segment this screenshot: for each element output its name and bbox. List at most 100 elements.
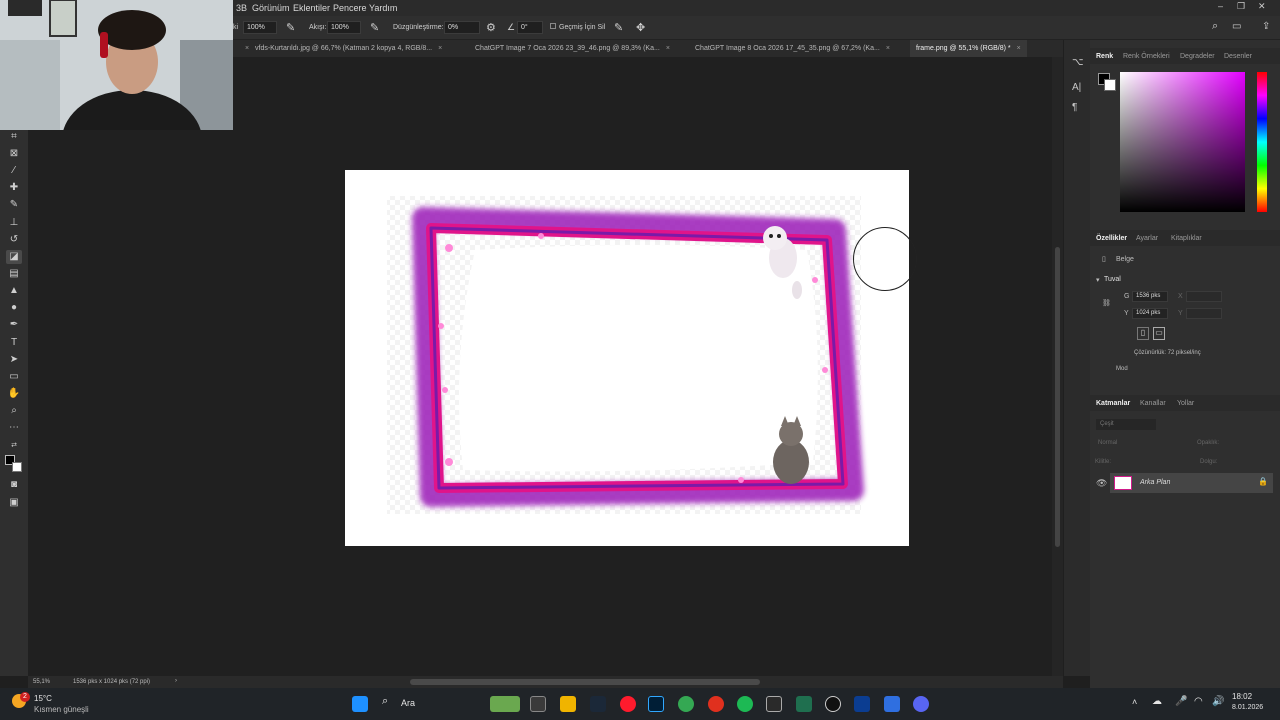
landscape-icon[interactable]: ▭ — [1153, 327, 1165, 340]
swap-colors-icon[interactable]: ⇄ — [6, 439, 22, 453]
opacity-field[interactable]: 100% — [243, 21, 277, 34]
app-dark-icon[interactable] — [825, 696, 841, 712]
symmetry-icon[interactable]: ✥ — [636, 21, 645, 34]
windows-start-icon[interactable] — [352, 696, 368, 712]
x-field[interactable] — [1186, 291, 1222, 302]
app-blue-icon[interactable] — [854, 696, 870, 712]
stamp-tool-icon[interactable]: ⊥ — [6, 216, 22, 230]
hand-tool-icon[interactable]: ✋ — [6, 387, 22, 401]
history-brush-icon[interactable]: ↺ — [6, 233, 22, 247]
link-icon[interactable]: ⛓ — [1102, 299, 1111, 307]
opera-icon[interactable] — [620, 696, 636, 712]
crop-tool-icon[interactable]: ⌗ — [6, 130, 22, 144]
portrait-icon[interactable]: ▯ — [1137, 327, 1149, 340]
app-green-icon[interactable] — [796, 696, 812, 712]
tab-close-icon[interactable]: × — [666, 45, 670, 52]
app-red-icon[interactable] — [708, 696, 724, 712]
task-view-icon[interactable] — [530, 696, 546, 712]
steam-icon[interactable] — [590, 696, 606, 712]
tab-color[interactable]: Renk — [1096, 53, 1113, 60]
more-tools-icon[interactable]: ⋯ — [6, 421, 22, 435]
zoom-tool-icon[interactable]: ⌕ — [6, 404, 22, 418]
color-picker-field[interactable] — [1120, 72, 1245, 212]
taskbar-search-label[interactable]: Ara — [401, 698, 415, 708]
paragraph-panel-icon[interactable]: ¶ — [1072, 102, 1077, 113]
horizontal-scrollbar[interactable] — [410, 679, 760, 685]
tab-paths[interactable]: Yollar — [1177, 400, 1194, 407]
menu-plugins[interactable]: Eklentiler — [293, 3, 330, 13]
document-tab[interactable]: ChatGPT Image 7 Oca 2026 23_39_46.png @ … — [469, 40, 676, 57]
tab-layers[interactable]: Katmanlar — [1096, 400, 1130, 407]
frame-tool-icon[interactable]: ⊠ — [6, 147, 22, 161]
spotify-icon[interactable] — [737, 696, 753, 712]
canvas[interactable] — [345, 170, 909, 546]
blur-tool-icon[interactable]: ▲ — [6, 284, 22, 298]
layer-name[interactable]: Arka Plan — [1140, 479, 1170, 486]
tab-patterns[interactable]: Desenler — [1224, 53, 1252, 60]
minimize-icon[interactable]: – — [1218, 1, 1223, 11]
airbrush-icon[interactable]: ✎ — [370, 21, 379, 34]
document-tab[interactable]: vfds-Kurtarıldı.jpg @ 66,7% (Katman 2 ko… — [249, 40, 448, 57]
tab-adjustments[interactable]: Ayarlar — [1136, 235, 1158, 242]
restore-icon[interactable]: ❐ — [1237, 1, 1245, 12]
healing-brush-icon[interactable]: ✚ — [6, 181, 22, 195]
pressure-size-icon[interactable]: ✎ — [614, 21, 623, 34]
gear-icon[interactable]: ⚙ — [486, 21, 496, 34]
menu-help[interactable]: Yardım — [369, 3, 397, 13]
height-field[interactable]: 1024 pks — [1132, 308, 1168, 319]
rectangle-tool-icon[interactable]: ▭ — [6, 370, 22, 384]
tab-close-icon[interactable]: × — [438, 45, 442, 52]
screen-mode-icon[interactable]: ▣ — [6, 496, 22, 510]
tab-channels[interactable]: Kanallar — [1140, 400, 1166, 407]
hue-slider[interactable] — [1257, 72, 1267, 212]
history-panel-icon[interactable]: ⌥ — [1072, 57, 1084, 68]
pen-tool-icon[interactable]: ✒ — [6, 318, 22, 332]
eyedropper-tool-icon[interactable]: ⁄ — [6, 164, 22, 178]
background-color-swatch[interactable] — [12, 462, 22, 472]
history-checkbox[interactable] — [550, 23, 556, 29]
wifi-icon[interactable]: ◠ — [1194, 696, 1203, 707]
background-swatch[interactable] — [1104, 79, 1116, 91]
blend-mode-select[interactable]: Normal — [1098, 440, 1117, 446]
dodge-tool-icon[interactable]: ● — [6, 301, 22, 315]
character-panel-icon[interactable]: A| — [1072, 82, 1081, 93]
workspace-icon[interactable]: ▭ — [1232, 21, 1241, 32]
tab-close-icon[interactable]: × — [886, 45, 890, 52]
tray-chevron-icon[interactable]: ˄ — [1132, 697, 1137, 707]
tab-close-icon[interactable]: × — [1017, 45, 1021, 52]
document-tab-active[interactable]: frame.png @ 55,1% (RGB/8) * × — [910, 40, 1027, 57]
menu-window[interactable]: Pencere — [333, 3, 367, 13]
tab-swatches[interactable]: Renk Örnekleri — [1123, 53, 1170, 60]
close-icon[interactable]: ✕ — [1258, 1, 1266, 12]
clock-time[interactable]: 18:02 — [1232, 692, 1252, 701]
microphone-icon[interactable]: 🎤 — [1175, 696, 1187, 707]
layer-filter-input[interactable]: Çeşit — [1096, 419, 1156, 430]
chrome-icon[interactable] — [678, 696, 694, 712]
zoom-level[interactable]: 55,1% — [33, 679, 50, 685]
file-explorer-icon[interactable] — [560, 696, 576, 712]
width-field[interactable]: 1536 pks — [1132, 291, 1168, 302]
pressure-opacity-icon[interactable]: ✎ — [286, 21, 295, 34]
brush-tool-icon[interactable]: ✎ — [6, 198, 22, 212]
path-selection-icon[interactable]: ➤ — [6, 353, 22, 367]
widgets-icon[interactable] — [490, 696, 520, 712]
angle-field[interactable]: 0° — [517, 21, 543, 34]
epic-games-icon[interactable] — [766, 696, 782, 712]
cloud-icon[interactable]: ☁ — [1152, 696, 1162, 707]
tab-gradients[interactable]: Degradeler — [1180, 53, 1215, 60]
eye-icon[interactable]: 👁 — [1096, 478, 1107, 489]
share-icon[interactable]: ⇪ — [1262, 21, 1270, 32]
gradient-tool-icon[interactable]: ▤ — [6, 267, 22, 281]
vertical-scrollbar[interactable] — [1052, 57, 1063, 676]
tab-libraries[interactable]: Kitaplıklar — [1171, 235, 1202, 242]
layer-row[interactable]: Arka Plan 🔒 — [1110, 473, 1273, 493]
menu-3d[interactable]: 3B — [236, 3, 247, 13]
quick-mask-icon[interactable]: ◙ — [6, 478, 22, 492]
smoothing-field[interactable]: 0% — [444, 21, 480, 34]
scroll-thumb[interactable] — [1055, 247, 1060, 547]
flow-field[interactable]: 100% — [327, 21, 361, 34]
eraser-tool-icon[interactable]: ◪ — [6, 250, 22, 264]
search-icon[interactable]: ⌕ — [382, 695, 388, 708]
photoshop-icon[interactable] — [648, 696, 664, 712]
status-arrow-icon[interactable]: › — [175, 678, 177, 684]
